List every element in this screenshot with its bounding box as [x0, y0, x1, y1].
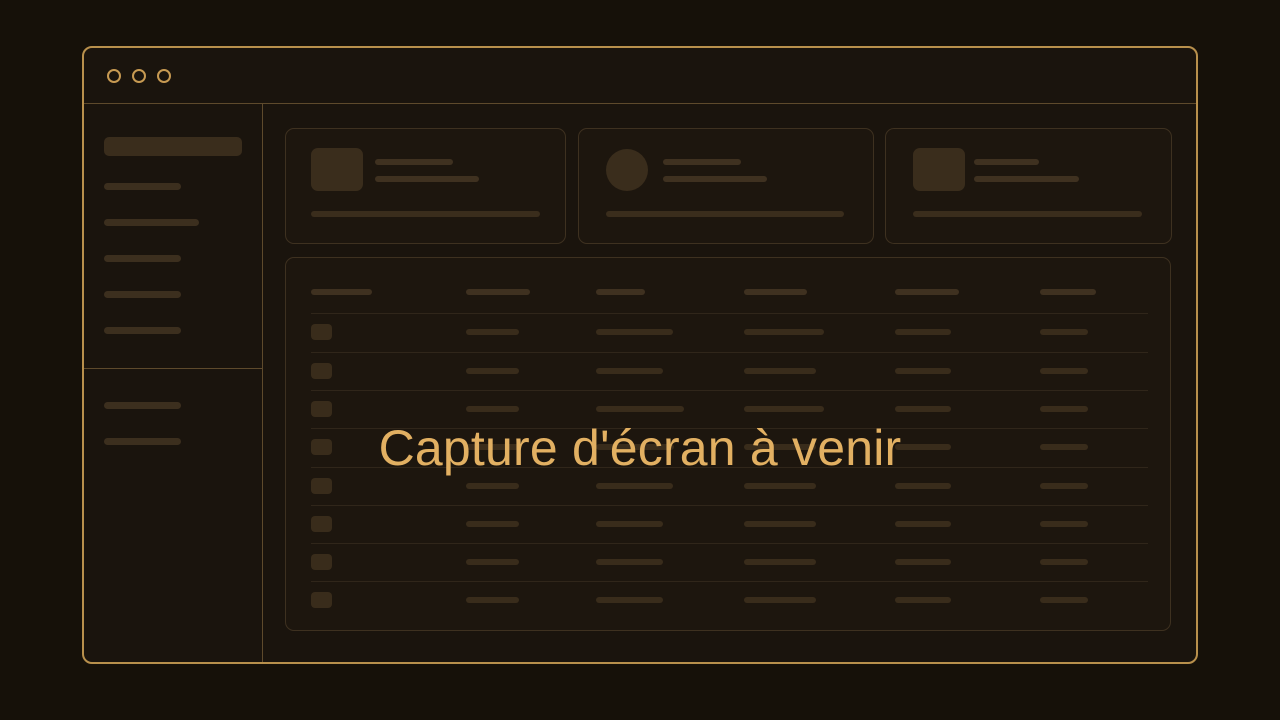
table-cell-skeleton [466, 559, 519, 565]
sidebar-skeleton [84, 104, 263, 662]
card-line-skeleton [311, 211, 540, 217]
summary-card-skeleton [885, 128, 1172, 244]
table-cell-skeleton [744, 559, 816, 565]
table-cell-skeleton [466, 406, 519, 412]
sidebar-item-skeleton [104, 327, 181, 334]
table-cell-skeleton [895, 368, 951, 374]
table-header-skeleton [596, 289, 645, 295]
table-cell-skeleton [744, 597, 816, 603]
table-cell-skeleton [895, 597, 951, 603]
table-cell-skeleton [1040, 559, 1088, 565]
card-line-skeleton [606, 211, 844, 217]
table-cell-skeleton [744, 521, 816, 527]
card-line-skeleton [974, 176, 1079, 182]
card-image-skeleton [913, 148, 965, 191]
table-header-skeleton [1040, 289, 1096, 295]
table-row-divider [311, 581, 1148, 582]
table-cell-skeleton [744, 329, 824, 335]
table-cell-skeleton [596, 368, 663, 374]
table-cell-skeleton [895, 521, 951, 527]
table-cell-skeleton [466, 521, 519, 527]
summary-card-skeleton [285, 128, 566, 244]
table-cell-skeleton [466, 368, 519, 374]
app-window-mockup [82, 46, 1198, 664]
table-cell-skeleton [596, 559, 663, 565]
table-header-skeleton [466, 289, 530, 295]
table-cell-skeleton [596, 406, 684, 412]
card-line-skeleton [663, 159, 741, 165]
table-row-divider [311, 352, 1148, 353]
table-row-checkbox-skeleton [311, 516, 332, 532]
sidebar-item-skeleton [104, 291, 181, 298]
table-cell-skeleton [466, 329, 519, 335]
window-close-dot-icon [107, 69, 121, 83]
table-cell-skeleton [895, 406, 951, 412]
sidebar-header-skeleton [104, 137, 242, 156]
table-row-divider [311, 390, 1148, 391]
table-cell-skeleton [744, 368, 816, 374]
card-line-skeleton [375, 176, 479, 182]
window-titlebar [84, 48, 1196, 104]
placeholder-message: Capture d'écran à venir [378, 420, 902, 476]
table-header-skeleton [895, 289, 959, 295]
table-cell-skeleton [744, 483, 816, 489]
window-minimize-dot-icon [132, 69, 146, 83]
table-cell-skeleton [895, 329, 951, 335]
table-row-divider [311, 505, 1148, 506]
table-row-checkbox-skeleton [311, 478, 332, 494]
table-row-checkbox-skeleton [311, 401, 332, 417]
table-row-checkbox-skeleton [311, 363, 332, 379]
card-line-skeleton [375, 159, 453, 165]
card-image-skeleton [311, 148, 363, 191]
table-cell-skeleton [596, 521, 663, 527]
table-row-checkbox-skeleton [311, 324, 332, 340]
placeholder-page: Capture d'écran à venir [0, 0, 1280, 720]
table-cell-skeleton [1040, 521, 1088, 527]
table-header-skeleton [744, 289, 807, 295]
sidebar-item-skeleton [104, 402, 181, 409]
table-row-checkbox-skeleton [311, 592, 332, 608]
card-line-skeleton [913, 211, 1142, 217]
window-maximize-dot-icon [157, 69, 171, 83]
card-line-skeleton [974, 159, 1039, 165]
table-cell-skeleton [466, 483, 519, 489]
table-cell-skeleton [596, 597, 663, 603]
card-avatar-skeleton [606, 149, 648, 191]
table-row-divider [311, 543, 1148, 544]
table-header-skeleton [311, 289, 372, 295]
table-cell-skeleton [1040, 483, 1088, 489]
table-cell-skeleton [895, 483, 951, 489]
table-cell-skeleton [744, 406, 824, 412]
table-row-checkbox-skeleton [311, 554, 332, 570]
table-cell-skeleton [596, 329, 673, 335]
table-cell-skeleton [1040, 329, 1088, 335]
table-cell-skeleton [1040, 406, 1088, 412]
sidebar-item-skeleton [104, 255, 181, 262]
table-cell-skeleton [466, 597, 519, 603]
sidebar-divider [84, 368, 262, 369]
table-row-divider [311, 313, 1148, 314]
table-cell-skeleton [596, 483, 673, 489]
sidebar-item-skeleton [104, 183, 181, 190]
table-cell-skeleton [1040, 597, 1088, 603]
summary-card-skeleton [578, 128, 874, 244]
sidebar-item-skeleton [104, 219, 199, 226]
table-cell-skeleton [1040, 368, 1088, 374]
table-cell-skeleton [895, 559, 951, 565]
card-line-skeleton [663, 176, 767, 182]
